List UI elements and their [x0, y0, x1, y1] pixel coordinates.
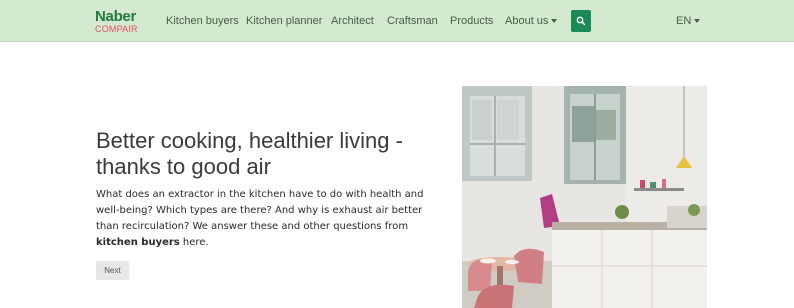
- nav-item-products[interactable]: Products: [450, 15, 493, 28]
- intro-suffix: here.: [179, 237, 209, 248]
- language-selector[interactable]: EN: [676, 15, 701, 28]
- search-button[interactable]: [571, 10, 591, 32]
- intro-paragraph: What does an extractor in the kitchen ha…: [96, 187, 446, 251]
- nav-item-kitchen-planner[interactable]: Kitchen planner: [246, 15, 322, 28]
- headline-line-2: thanks to good air: [96, 154, 271, 179]
- hero-kitchen-image: [462, 86, 707, 308]
- language-label: EN: [676, 15, 692, 27]
- intro-text: What does an extractor in the kitchen ha…: [96, 189, 424, 232]
- about-us-label: About us: [505, 15, 549, 27]
- nav-item-craftsman[interactable]: Craftsman: [387, 15, 438, 28]
- nav-item-about-us[interactable]: About us: [505, 15, 558, 28]
- nav-item-architect[interactable]: Architect: [331, 15, 374, 28]
- page-title: Better cooking, healthier living - thank…: [96, 128, 436, 180]
- search-icon: [576, 16, 586, 26]
- intro-bold-kitchen-buyers: kitchen buyers: [96, 237, 180, 248]
- top-navbar: Naber COMPAIR Kitchen buyers Kitchen pla…: [0, 0, 794, 42]
- logo-wordmark: Naber: [95, 8, 137, 25]
- next-button[interactable]: Next: [96, 261, 129, 280]
- naber-logo[interactable]: Naber COMPAIR: [95, 9, 147, 35]
- logo-subbrand: COMPAIR: [95, 24, 138, 34]
- chevron-down-icon: [694, 19, 701, 24]
- headline-line-1: Better cooking, healthier living -: [96, 128, 403, 153]
- nav-item-kitchen-buyers[interactable]: Kitchen buyers: [166, 15, 239, 28]
- chevron-down-icon: [551, 19, 558, 24]
